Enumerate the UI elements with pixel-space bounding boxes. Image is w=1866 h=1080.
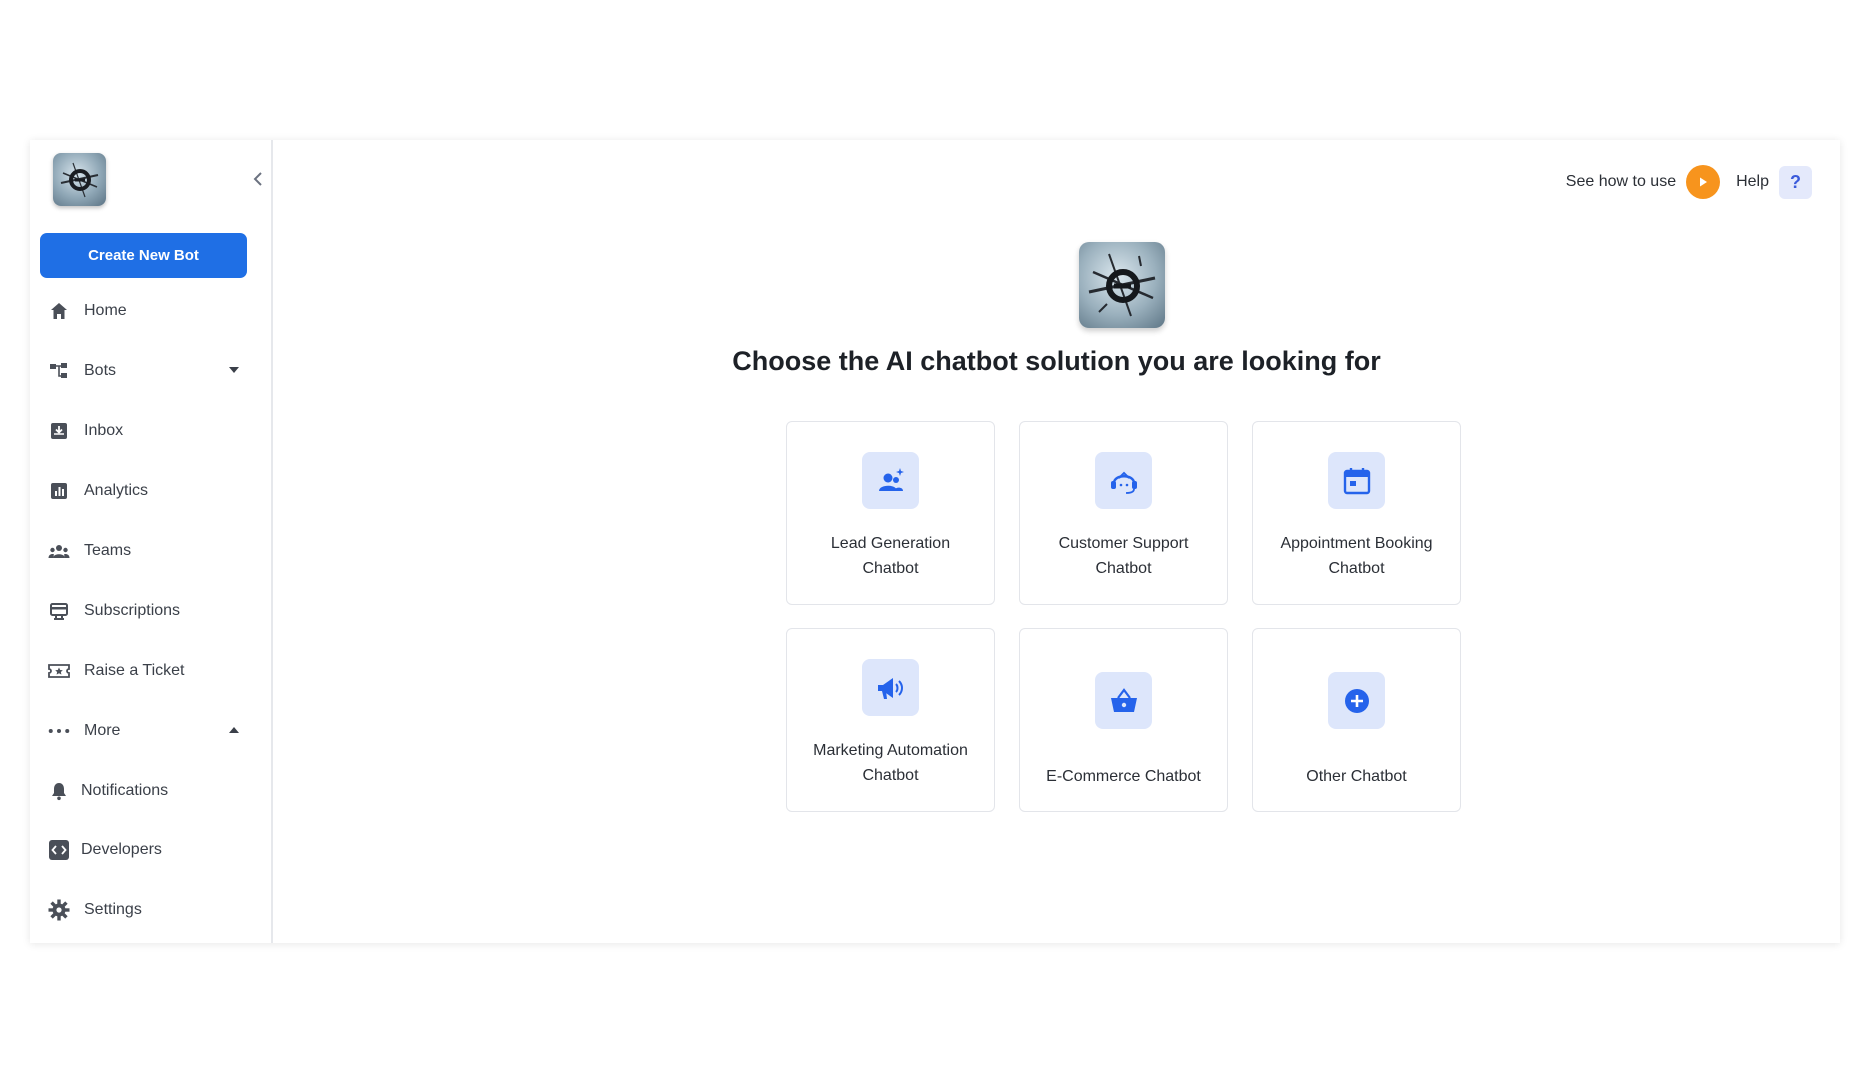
inbox-icon bbox=[48, 420, 70, 442]
chatbot-options-grid: Lead Generation Chatbot Customer Support… bbox=[786, 421, 1461, 812]
megaphone-icon bbox=[862, 659, 919, 716]
customer-support-card[interactable]: Customer Support Chatbot bbox=[1019, 421, 1228, 605]
app-window: Create New Bot Home Bots Inbox Analytics… bbox=[30, 140, 1840, 943]
hero-logo bbox=[1079, 242, 1165, 328]
sidebar-item-label: Developers bbox=[81, 841, 162, 858]
page-title: Choose the AI chatbot solution you are l… bbox=[732, 346, 1381, 376]
sidebar-item-inbox[interactable]: Inbox bbox=[48, 416, 253, 446]
collapse-sidebar-icon[interactable] bbox=[250, 170, 268, 188]
sidebar-item-label: Settings bbox=[84, 901, 142, 918]
support-icon bbox=[1095, 452, 1152, 509]
home-icon bbox=[48, 300, 70, 322]
other-chatbot-card[interactable]: Other Chatbot bbox=[1252, 628, 1461, 812]
create-new-bot-button[interactable]: Create New Bot bbox=[40, 233, 247, 278]
card-label-line1: Marketing Automation bbox=[813, 742, 968, 759]
gear-icon bbox=[48, 899, 70, 921]
card-label-line2: Chatbot bbox=[862, 560, 919, 577]
topbar: See how to use Help ? bbox=[1566, 165, 1812, 199]
sidebar-item-label: Inbox bbox=[84, 422, 124, 439]
play-icon bbox=[1700, 177, 1708, 187]
sidebar-item-label: More bbox=[84, 722, 121, 739]
sidebar-item-label: Raise a Ticket bbox=[84, 662, 185, 679]
sidebar-item-label: Subscriptions bbox=[84, 602, 181, 619]
play-video-button[interactable] bbox=[1686, 165, 1721, 199]
card-label-line1: Other Chatbot bbox=[1306, 768, 1407, 785]
bots-icon bbox=[48, 360, 70, 382]
card-label-line2: Chatbot bbox=[862, 767, 919, 784]
calendar-icon bbox=[1328, 452, 1385, 509]
sidebar-item-label: Home bbox=[84, 302, 127, 319]
more-icon bbox=[48, 720, 70, 742]
marketing-automation-card[interactable]: Marketing Automation Chatbot bbox=[786, 628, 995, 812]
sidebar-item-settings[interactable]: Settings bbox=[48, 895, 253, 925]
card-label: E-Commerce Chatbot bbox=[1034, 764, 1214, 789]
sidebar: Create New Bot Home Bots Inbox Analytics… bbox=[30, 140, 273, 943]
card-label-line2: Chatbot bbox=[1328, 560, 1385, 577]
card-label-line1: E-Commerce Chatbot bbox=[1046, 768, 1201, 785]
chevron-up-icon[interactable] bbox=[229, 727, 239, 733]
sidebar-item-developers[interactable]: Developers bbox=[48, 835, 253, 865]
card-label: Marketing Automation Chatbot bbox=[801, 738, 981, 788]
sidebar-item-home[interactable]: Home bbox=[48, 296, 253, 326]
app-logo[interactable] bbox=[53, 153, 106, 206]
help-link[interactable]: Help bbox=[1736, 173, 1769, 191]
chevron-down-icon[interactable] bbox=[229, 367, 239, 373]
appointment-booking-card[interactable]: Appointment Booking Chatbot bbox=[1252, 421, 1461, 605]
card-label-line1: Lead Generation bbox=[830, 535, 951, 552]
see-how-to-use-link[interactable]: See how to use bbox=[1566, 173, 1676, 191]
sidebar-item-label: Notifications bbox=[81, 782, 169, 799]
card-label: Other Chatbot bbox=[1267, 764, 1447, 789]
subscriptions-icon bbox=[48, 600, 70, 622]
teams-icon bbox=[48, 540, 70, 562]
analytics-icon bbox=[48, 480, 70, 502]
help-button[interactable]: ? bbox=[1779, 165, 1812, 199]
card-label-line1: Customer Support bbox=[1058, 535, 1189, 552]
sidebar-item-teams[interactable]: Teams bbox=[48, 536, 253, 566]
main-content: See how to use Help ? Choose the AI chat… bbox=[273, 140, 1840, 943]
sidebar-item-bots[interactable]: Bots bbox=[48, 356, 253, 386]
card-label: Lead Generation Chatbot bbox=[801, 531, 981, 581]
card-label: Appointment Booking Chatbot bbox=[1267, 531, 1447, 581]
sidebar-item-more[interactable]: More bbox=[48, 716, 253, 746]
sidebar-item-notifications[interactable]: Notifications bbox=[48, 776, 253, 806]
sidebar-item-subscriptions[interactable]: Subscriptions bbox=[48, 596, 253, 626]
basket-icon bbox=[1095, 672, 1152, 729]
lead-icon bbox=[862, 452, 919, 509]
ecommerce-card[interactable]: E-Commerce Chatbot bbox=[1019, 628, 1228, 812]
plus-circle-icon bbox=[1328, 672, 1385, 729]
sidebar-item-label: Analytics bbox=[84, 482, 149, 499]
sidebar-item-label: Teams bbox=[84, 542, 132, 559]
card-label: Customer Support Chatbot bbox=[1034, 531, 1214, 581]
code-icon bbox=[48, 839, 70, 861]
bell-icon bbox=[48, 780, 70, 802]
card-label-line1: Appointment Booking bbox=[1280, 535, 1433, 552]
card-label-line2: Chatbot bbox=[1095, 560, 1152, 577]
lead-generation-card[interactable]: Lead Generation Chatbot bbox=[786, 421, 995, 605]
sidebar-item-analytics[interactable]: Analytics bbox=[48, 476, 253, 506]
question-icon: ? bbox=[1790, 171, 1801, 192]
sidebar-item-label: Bots bbox=[84, 362, 117, 379]
ticket-icon bbox=[48, 660, 70, 682]
sidebar-item-raise-ticket[interactable]: Raise a Ticket bbox=[48, 656, 253, 686]
